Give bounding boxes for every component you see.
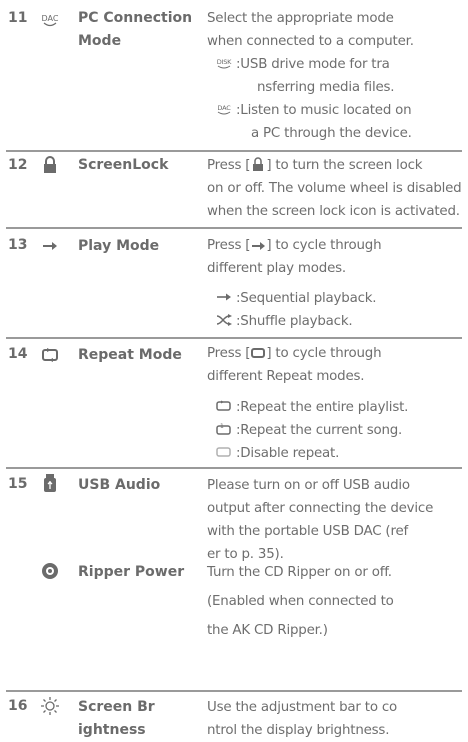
repeat-off-icon (215, 446, 236, 461)
setting-description: Press [] to cycle through different Repe… (207, 344, 382, 384)
setting-description: Select the appropriate mode when connecte… (207, 11, 414, 49)
mode-option: :Repeat the entire playlist. 1:Repeat th… (215, 396, 408, 465)
setting-description: Press [] to cycle through different play… (207, 236, 382, 276)
brightness-icon (40, 696, 60, 716)
arrow-right-icon (250, 236, 266, 250)
row-number: 11 (8, 10, 28, 26)
setting-name: ScreenLock (78, 157, 169, 173)
setting-name: Ripper Power (78, 564, 185, 580)
row-number: 16 (8, 698, 28, 714)
divider (6, 467, 462, 469)
disc-icon (40, 561, 60, 581)
setting-name: Repeat Mode (78, 347, 182, 363)
divider (6, 150, 462, 152)
row-number: 13 (8, 237, 28, 253)
divider (6, 227, 462, 229)
svg-text:1: 1 (220, 423, 224, 430)
setting-description: Use the adjustment bar to co ntrol the d… (207, 700, 398, 738)
row-number: 14 (8, 346, 28, 362)
divider (6, 690, 462, 692)
setting-name: Play Mode (78, 238, 160, 254)
disk-icon: DISK (215, 57, 236, 72)
repeat-all-icon (215, 400, 236, 415)
dac-icon: DAC (215, 103, 236, 118)
row-number: 15 (8, 476, 28, 492)
svg-text:DAC: DAC (42, 14, 59, 23)
divider (6, 337, 462, 339)
mode-option: :Sequential playback. :Shuffle playback. (215, 287, 377, 333)
lock-icon (250, 156, 266, 171)
dac-icon: DAC (40, 9, 60, 29)
repeat-one-icon: 1 (215, 423, 236, 438)
svg-text:DAC: DAC (217, 104, 231, 112)
repeat-icon (40, 345, 60, 365)
svg-text:DISK: DISK (217, 58, 232, 66)
setting-name: Screen Br ightness (78, 699, 155, 738)
mode-option: DISK:USB drive mode for tra nsferring me… (215, 57, 395, 95)
row-number: 12 (8, 157, 28, 173)
setting-description: Press [] to turn the screen lock on or o… (207, 156, 462, 219)
lock-icon (40, 155, 60, 175)
setting-name: USB Audio (78, 477, 161, 493)
setting-description: Turn the CD Ripper on or off. (Enabled w… (207, 565, 394, 638)
mode-option: DAC:Listen to music located on a PC thro… (215, 99, 411, 145)
repeat-icon (250, 344, 266, 358)
setting-description: Please turn on or off USB audio output a… (207, 478, 434, 562)
usb-audio-icon (40, 473, 60, 493)
shuffle-icon (215, 314, 236, 329)
setting-name: PC Connection Mode (78, 10, 193, 49)
sequential-icon (215, 291, 236, 306)
arrow-right-icon (40, 236, 60, 256)
